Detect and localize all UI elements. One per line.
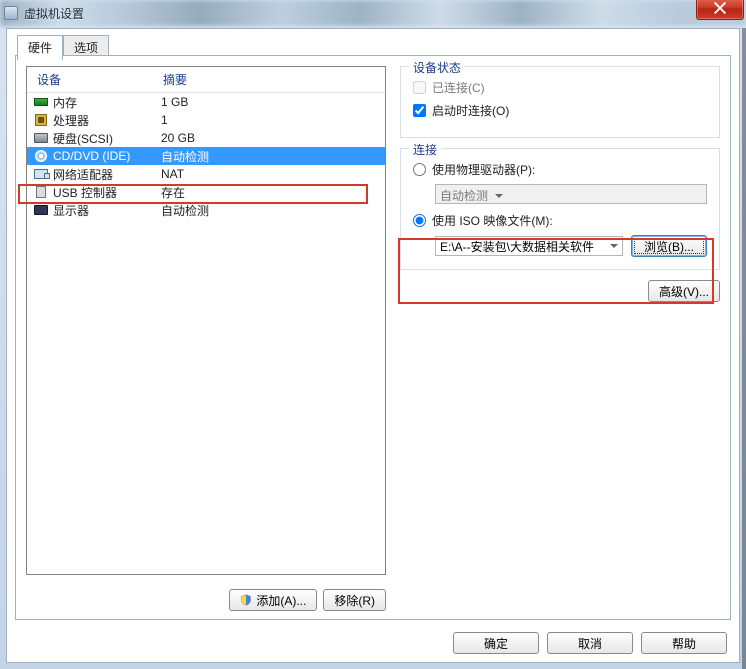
device-list-header: 设备 摘要: [27, 67, 385, 93]
device-list: 设备 摘要 内存 1 GB 处理器 1 硬盘(SCSI) 20 GB CD/DV…: [26, 66, 386, 575]
device-row-display[interactable]: 显示器 自动检测: [27, 201, 385, 219]
chevron-down-icon[interactable]: [610, 244, 618, 252]
combo-physical-value: 自动检测: [440, 189, 488, 203]
device-label: 内存: [53, 94, 161, 111]
device-label: 处理器: [53, 112, 161, 129]
radio-row-iso[interactable]: 使用 ISO 映像文件(M):: [413, 212, 707, 229]
device-summary: 1 GB: [161, 95, 385, 109]
device-row-hdd[interactable]: 硬盘(SCSI) 20 GB: [27, 129, 385, 147]
combo-iso-path[interactable]: E:\A--安装包\大数据相关软件: [435, 236, 623, 256]
radio-row-physical[interactable]: 使用物理驱动器(P):: [413, 161, 707, 178]
memory-icon: [33, 95, 49, 109]
window-title: 虚拟机设置: [24, 5, 84, 22]
device-summary: 20 GB: [161, 131, 385, 145]
group-device-status: 设备状态 已连接(C) 启动时连接(O): [400, 66, 720, 138]
window-right-shadow: [742, 28, 746, 669]
app-icon: [4, 6, 18, 20]
cancel-button[interactable]: 取消: [547, 632, 633, 654]
dialog-body: 硬件 选项 设备 摘要 内存 1 GB 处理器 1 硬盘(SCSI) 20: [6, 28, 740, 663]
chevron-down-icon: [495, 194, 503, 202]
advanced-button[interactable]: 高级(V)...: [648, 280, 720, 302]
device-row-network[interactable]: 网络适配器 NAT: [27, 165, 385, 183]
checkbox-row-connect-on-start[interactable]: 启动时连接(O): [413, 102, 707, 119]
checkbox-connected-label: 已连接(C): [432, 79, 485, 96]
header-device[interactable]: 设备: [27, 67, 157, 92]
device-summary: 存在: [161, 184, 385, 201]
device-summary: NAT: [161, 167, 385, 181]
disc-icon: [33, 149, 49, 163]
browse-button[interactable]: 浏览(B)...: [631, 235, 707, 257]
tab-hardware[interactable]: 硬件: [17, 35, 63, 60]
device-summary: 自动检测: [161, 202, 385, 219]
radio-use-physical-label: 使用物理驱动器(P):: [432, 161, 535, 178]
device-label: 硬盘(SCSI): [53, 130, 161, 147]
device-summary: 自动检测: [161, 148, 385, 165]
close-icon: [714, 2, 726, 14]
network-icon: [33, 167, 49, 181]
checkbox-row-connected[interactable]: 已连接(C): [413, 79, 707, 96]
device-label: 网络适配器: [53, 166, 161, 183]
radio-use-physical[interactable]: [413, 163, 426, 176]
cpu-icon: [33, 113, 49, 127]
combo-physical-drive: 自动检测: [435, 184, 707, 204]
checkbox-connect-on-start[interactable]: [413, 104, 426, 117]
device-label: USB 控制器: [53, 184, 161, 201]
group-title-status: 设备状态: [409, 59, 465, 76]
device-row-cpu[interactable]: 处理器 1: [27, 111, 385, 129]
device-label: CD/DVD (IDE): [53, 149, 161, 163]
dialog-buttons: 确定 取消 帮助: [453, 632, 727, 654]
combo-iso-value: E:\A--安装包\大数据相关软件: [440, 238, 594, 255]
device-row-cddvd[interactable]: CD/DVD (IDE) 自动检测: [27, 147, 385, 165]
checkbox-connect-on-start-label: 启动时连接(O): [432, 102, 509, 119]
hdd-icon: [33, 131, 49, 145]
add-device-button[interactable]: 添加(A)...: [229, 589, 317, 611]
device-list-buttons: 添加(A)... 移除(R): [26, 589, 386, 611]
radio-use-iso[interactable]: [413, 214, 426, 227]
device-row-usb[interactable]: USB 控制器 存在: [27, 183, 385, 201]
add-device-label: 添加(A)...: [256, 592, 306, 609]
group-title-connection: 连接: [409, 141, 441, 158]
checkbox-connected[interactable]: [413, 81, 426, 94]
remove-device-button[interactable]: 移除(R): [323, 589, 386, 611]
device-summary: 1: [161, 113, 385, 127]
remove-device-label: 移除(R): [334, 592, 375, 609]
titlebar: 虚拟机设置: [0, 0, 746, 26]
radio-use-iso-label: 使用 ISO 映像文件(M):: [432, 212, 553, 229]
display-icon: [33, 203, 49, 217]
tab-panel-hardware: 设备 摘要 内存 1 GB 处理器 1 硬盘(SCSI) 20 GB CD/DV…: [15, 55, 731, 620]
usb-icon: [33, 185, 49, 199]
help-button[interactable]: 帮助: [641, 632, 727, 654]
close-button[interactable]: [696, 0, 744, 20]
header-summary[interactable]: 摘要: [157, 67, 385, 92]
group-connection: 连接 使用物理驱动器(P): 自动检测 使用 ISO 映像文件(M):: [400, 148, 720, 270]
device-row-memory[interactable]: 内存 1 GB: [27, 93, 385, 111]
shield-icon: [240, 594, 252, 606]
ok-button[interactable]: 确定: [453, 632, 539, 654]
device-label: 显示器: [53, 202, 161, 219]
device-settings-pane: 设备状态 已连接(C) 启动时连接(O) 连接 使用物理驱动器(P):: [400, 66, 720, 575]
